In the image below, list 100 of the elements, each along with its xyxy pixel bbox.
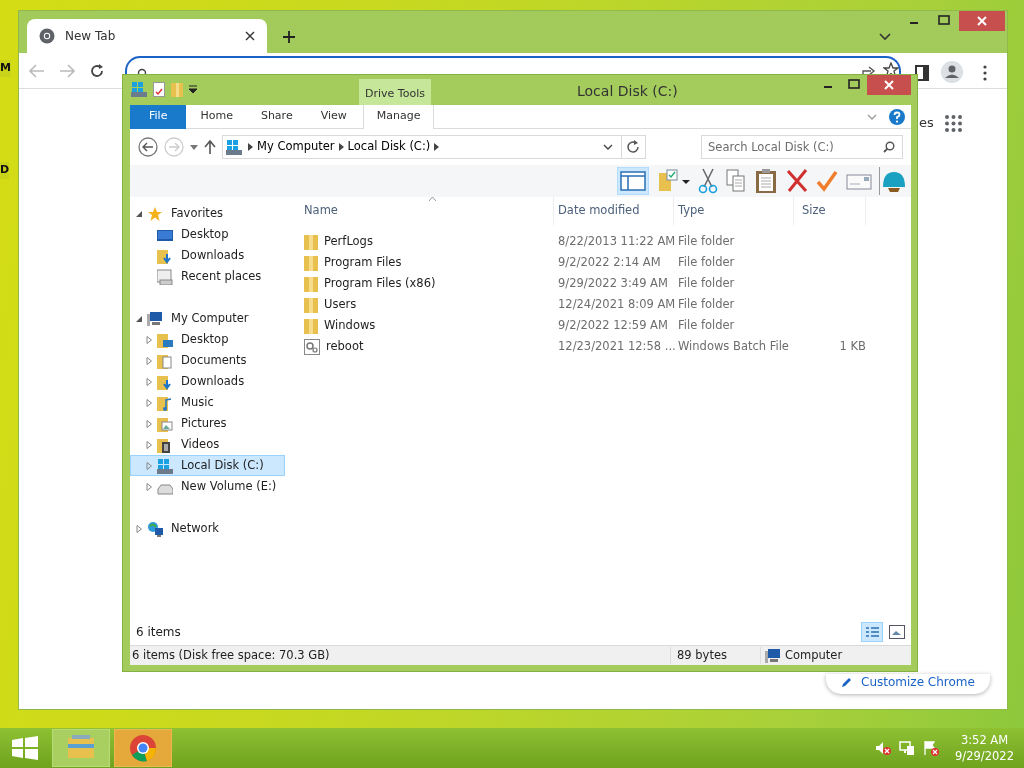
collapsed-arrow-icon[interactable] [145, 356, 153, 365]
downloads-folder-icon [157, 373, 173, 390]
collapsed-arrow-icon[interactable] [145, 440, 153, 449]
tree-item[interactable]: Pictures [130, 413, 285, 434]
ribbon-tab[interactable]: Share [246, 104, 307, 129]
collapsed-arrow-icon[interactable] [145, 482, 153, 491]
file-name[interactable]: Program Files [324, 253, 402, 272]
drive-icon [226, 139, 242, 155]
expand-ribbon-icon[interactable] [867, 113, 877, 120]
customize-toolbar-icon[interactable] [189, 85, 197, 93]
chevron-right-icon[interactable] [434, 143, 440, 151]
ribbon-tab[interactable]: Home [186, 104, 247, 129]
column-header[interactable]: Size [794, 197, 866, 225]
desktop-icon-label[interactable]: D [0, 162, 10, 179]
preview-pane-icon[interactable] [617, 167, 649, 195]
tree-item[interactable]: New Volume (E:) [130, 476, 285, 497]
chrome-logo-icon[interactable] [114, 729, 172, 767]
status-text: 6 items (Disk free space: 70.3 GB) [131, 646, 331, 664]
chrome-logo-icon [39, 28, 55, 44]
tree-item[interactable]: Network [130, 518, 285, 539]
tree-item[interactable]: Recent places [130, 266, 285, 287]
ribbon-tab[interactable]: Manage [362, 104, 435, 129]
desktop-icon-label[interactable]: M [0, 60, 11, 77]
window-title: Local Disk (C:) [577, 82, 678, 101]
details-view-icon[interactable] [861, 622, 883, 642]
up-icon[interactable] [204, 140, 216, 154]
file-name[interactable]: Program Files (x86) [324, 274, 436, 293]
recent-places-icon [157, 268, 173, 285]
profile-avatar-icon[interactable] [941, 61, 963, 83]
customize-chrome-button[interactable]: Customize Chrome [826, 674, 990, 694]
new-tab-icon[interactable] [282, 30, 296, 44]
start-icon[interactable] [12, 736, 38, 760]
side-panel-icon[interactable] [915, 65, 929, 81]
collapsed-arrow-icon[interactable] [145, 398, 153, 407]
collapsed-arrow-icon[interactable] [145, 377, 153, 386]
date-cell-text: 12/24/2021 8:09 AM [557, 295, 674, 313]
type-cell-text: Windows Batch File [677, 337, 790, 355]
computer-icon [765, 647, 781, 664]
action-center-flag-icon[interactable] [923, 740, 940, 756]
expanded-arrow-icon[interactable] [135, 209, 143, 218]
tree-item[interactable]: Documents [130, 350, 285, 371]
breadcrumb-item[interactable]: Local Disk (C:) [343, 138, 435, 156]
file-name[interactable]: PerfLogs [324, 232, 373, 251]
collapsed-arrow-icon[interactable] [145, 335, 153, 344]
menu-icon[interactable] [983, 65, 987, 81]
properties-icon[interactable] [153, 81, 165, 97]
ribbon-tab[interactable]: File [130, 104, 187, 129]
tree-item[interactable]: Videos [130, 434, 285, 455]
recent-locations-icon[interactable] [190, 144, 198, 150]
collapsed-arrow-icon[interactable] [145, 461, 153, 470]
network-icon [147, 520, 163, 537]
muted-speaker-icon[interactable] [875, 740, 892, 756]
tree-item[interactable]: My Computer [130, 308, 285, 329]
help-icon[interactable] [889, 108, 905, 125]
file-name[interactable]: reboot [326, 337, 364, 356]
column-header[interactable]: Date modified [554, 197, 674, 225]
type-cell-text: File folder [677, 253, 736, 271]
apps-grid-icon[interactable] [945, 115, 962, 132]
tab-search-icon[interactable] [879, 33, 891, 41]
file-name[interactable]: Windows [324, 316, 376, 335]
file-name[interactable]: Users [324, 295, 357, 314]
collapsed-arrow-icon[interactable] [135, 524, 143, 533]
shell-icon[interactable] [879, 167, 907, 195]
cut-icon[interactable] [697, 167, 719, 195]
tree-item[interactable]: Desktop [130, 329, 285, 350]
back-icon[interactable] [138, 137, 158, 157]
large-icons-view-icon[interactable] [889, 625, 905, 639]
address-bar[interactable]: My Computer Local Disk (C:) [222, 135, 646, 159]
chevron-right-icon[interactable] [338, 143, 344, 151]
reload-icon[interactable] [89, 62, 105, 79]
ribbon-tab[interactable]: View [306, 104, 361, 129]
tree-item[interactable]: Desktop [130, 224, 285, 245]
folder-icon [304, 317, 318, 334]
tree-item[interactable]: Music [130, 392, 285, 413]
drive-icon[interactable] [131, 81, 147, 97]
type-cell-text: File folder [677, 274, 736, 292]
collapsed-arrow-icon[interactable] [145, 419, 153, 428]
breadcrumb-item[interactable]: My Computer [253, 138, 339, 156]
tree-item[interactable]: Favorites [130, 203, 285, 224]
folder-icon [304, 296, 318, 313]
close-icon[interactable] [245, 31, 255, 41]
expanded-arrow-icon[interactable] [135, 314, 143, 323]
search-field[interactable]: Search Local Disk (C:) [701, 135, 903, 159]
column-header[interactable]: Name [294, 197, 554, 225]
address-dropdown-icon[interactable] [603, 144, 613, 150]
size-cell-text: 1 KB [838, 337, 866, 355]
tree-item[interactable]: Downloads [130, 371, 285, 392]
tree-item[interactable]: Downloads [130, 245, 285, 266]
browser-tab[interactable]: New Tab [27, 19, 267, 53]
date-cell-text: 12/23/2021 12:58 ... [557, 337, 674, 355]
sort-indicator-icon [429, 197, 436, 201]
paste-icon[interactable] [753, 167, 779, 195]
date-cell-text: 9/2/2022 2:14 AM [557, 253, 662, 271]
tree-item[interactable]: Local Disk (C:) [130, 455, 285, 476]
folder-icon [304, 275, 318, 292]
network-status-icon[interactable] [899, 740, 916, 756]
chevron-right-icon[interactable] [248, 143, 253, 151]
images-link[interactable]: es [919, 113, 934, 133]
delete-icon[interactable] [785, 167, 809, 195]
column-header[interactable]: Type [674, 197, 794, 225]
